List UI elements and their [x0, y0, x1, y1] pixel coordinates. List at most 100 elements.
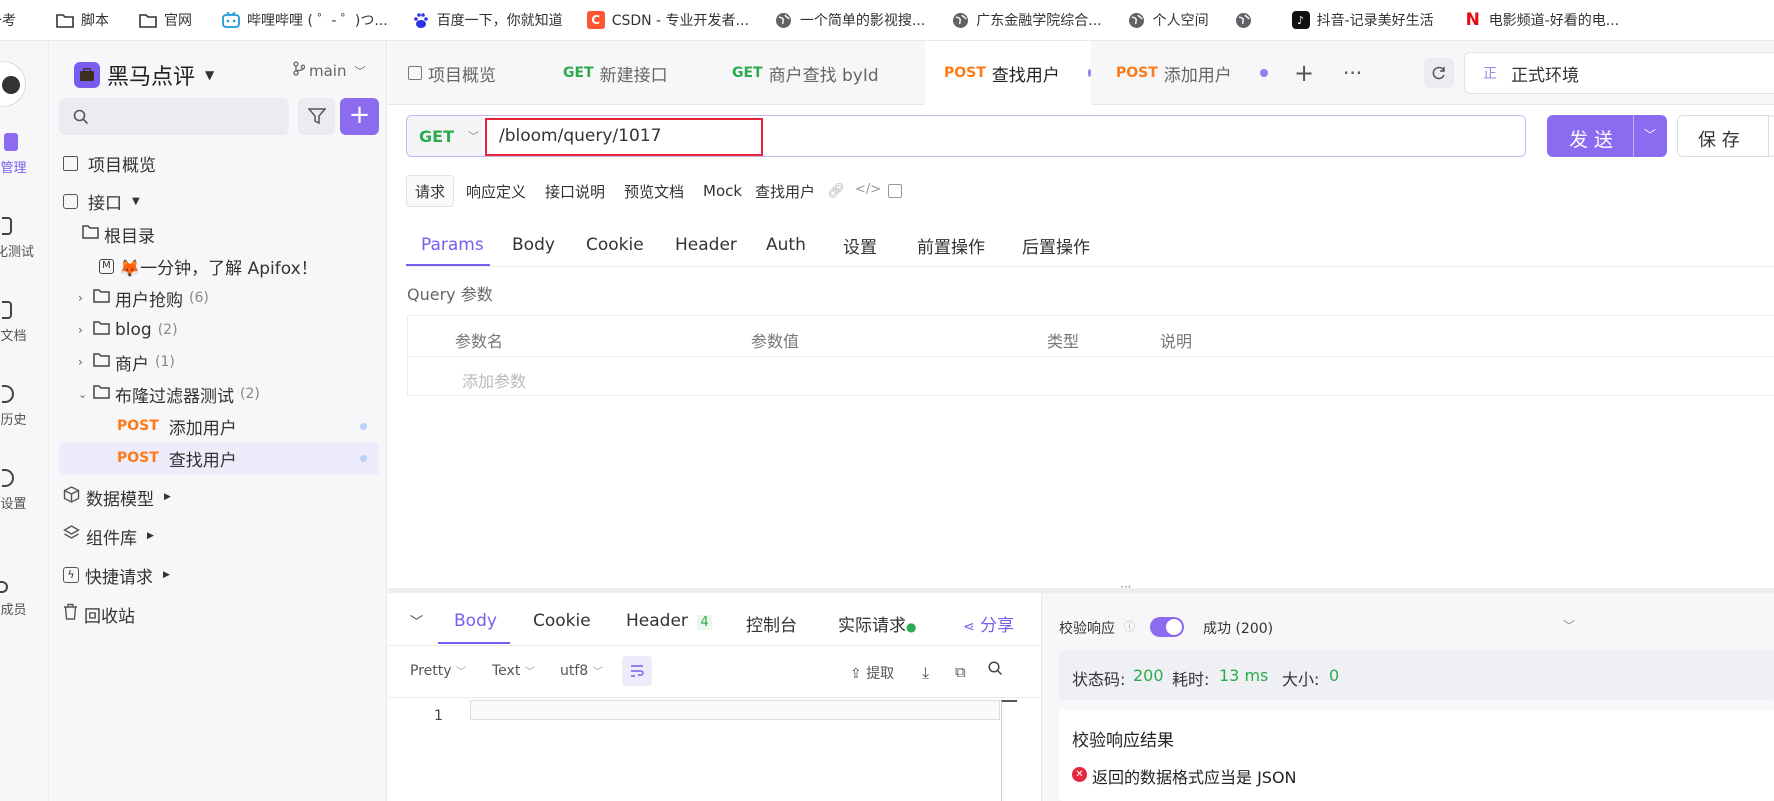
subtab-description[interactable]: 接口说明 [537, 175, 613, 207]
bookmark-item[interactable]: 个人空间 [1120, 0, 1217, 41]
share-button[interactable]: ⋖ 分享 [963, 611, 1014, 636]
bookmark-item[interactable]: 官网 [131, 0, 200, 41]
bookmarks-bar: 备考 脚本 官网 哔哩哔哩 ( ゜- ゜)つ... 百度一下，你就知道 [0, 0, 1774, 41]
more-tabs-button[interactable]: ··· [1343, 41, 1362, 105]
tab-body[interactable]: Body [512, 224, 555, 266]
tree-folder-root[interactable]: 根目录 [82, 217, 155, 251]
tab-auth[interactable]: Auth [766, 224, 806, 266]
resp-tab-actual-request[interactable]: 实际请求● [838, 611, 916, 636]
subtab-request[interactable]: 请求 [406, 175, 455, 207]
send-button[interactable]: 发 送 ﹀ [1547, 115, 1667, 157]
bookmark-item[interactable]: 备考 [0, 0, 24, 41]
caret-down-icon: ▼ [205, 68, 215, 82]
tree-endpoint-active[interactable]: POST 查找用户 [117, 441, 379, 475]
rail-item-test[interactable]: 化测试 [0, 217, 49, 260]
bookmark-item[interactable]: ♪ 抖音-记录美好生活 [1284, 0, 1442, 41]
chevron-down-icon: ﹀ [1644, 128, 1657, 142]
tree-folder[interactable]: › 商户 (1) [78, 345, 175, 379]
bookmark-item[interactable]: 一个简单的影视搜... [767, 0, 933, 41]
tree-folder[interactable]: › 用户抢购 (6) [78, 281, 209, 315]
rail-item-settings[interactable]: 设置 [0, 469, 49, 512]
bookmark-item[interactable]: 哔哩哔哩 ( ゜- ゜)つ... [214, 0, 396, 41]
rail-item-manage[interactable]: 管理 [0, 133, 49, 176]
code-icon[interactable]: </> [855, 182, 881, 197]
rail-item-history[interactable]: 历史 [0, 385, 49, 428]
tab-params[interactable]: Params [421, 224, 484, 266]
collapse-chevron-icon[interactable]: ﹀ [410, 611, 423, 630]
bookmark-label: 哔哩哔哩 ( ゜- ゜)つ... [247, 13, 388, 29]
bookmark-item[interactable]: 广东金融学院综合... [943, 0, 1109, 41]
validation-result: 校验响应结果 ✕ 返回的数据格式应当是 JSON [1059, 710, 1774, 801]
panel-toggle-icon[interactable] [888, 184, 902, 198]
download-icon[interactable]: ⤓ [922, 663, 929, 683]
search-input[interactable] [59, 98, 289, 135]
tab-header[interactable]: Header [675, 224, 737, 266]
method-select[interactable]: GET ﹀ [407, 116, 483, 156]
new-tab-button[interactable]: + [1294, 41, 1314, 105]
subtab-response-def[interactable]: 响应定义 [458, 175, 534, 207]
add-button[interactable]: + [340, 98, 379, 135]
tree-item-intro[interactable]: M 🦊一分钟，了解 Apifox！ [99, 249, 318, 283]
help-icon[interactable]: ⓘ [1124, 618, 1135, 634]
tab-cookie[interactable]: Cookie [586, 224, 644, 266]
branch-selector[interactable]: main ﹀ [293, 61, 365, 80]
subtab-mock[interactable]: Mock [695, 175, 750, 207]
tab-add-user[interactable]: POST 添加用户 [1116, 41, 1268, 105]
folder-icon [93, 320, 110, 340]
validate-toggle[interactable] [1150, 617, 1184, 637]
code-line[interactable] [470, 700, 1000, 720]
pretty-select[interactable]: Pretty ﹀ [410, 663, 466, 679]
bookmark-item[interactable]: N 电影频道-好看的电... [1456, 0, 1627, 41]
resp-tab-cookie[interactable]: Cookie [533, 611, 591, 631]
tab-settings[interactable]: 设置 [843, 224, 877, 266]
save-button[interactable]: 保 存 [1677, 115, 1774, 157]
tab-pre-processors[interactable]: 前置操作 [917, 224, 985, 266]
sidebar-item-components[interactable]: 组件库 ▶ [63, 519, 154, 553]
wrap-toggle[interactable] [622, 656, 652, 686]
sidebar-item-api[interactable]: 接口 ▼ [63, 184, 140, 218]
refresh-button[interactable] [1424, 58, 1454, 88]
tree-folder[interactable]: ⌄ 布隆过滤器测试 (2) [78, 377, 260, 411]
text-select[interactable]: Text ﹀ [492, 663, 535, 679]
copy-icon[interactable]: ⧉ [955, 663, 966, 681]
resp-tab-console[interactable]: 控制台 [746, 611, 797, 636]
encoding-select[interactable]: utf8 ﹀ [560, 663, 603, 679]
link-icon[interactable]: 🔗︎ [827, 183, 845, 199]
bookmark-item[interactable] [1227, 0, 1268, 41]
resp-tab-header[interactable]: Header 4 [626, 611, 712, 631]
layers-icon [63, 525, 80, 547]
chevron-right-icon: › [78, 323, 83, 337]
tab-overview[interactable]: 项目概览 [408, 41, 496, 105]
tab-find-user[interactable]: POST 查找用户 [925, 41, 1091, 105]
add-param-input[interactable]: 添加参数 [462, 368, 526, 392]
scrollbar[interactable] [1001, 700, 1017, 801]
resp-tab-body[interactable]: Body [454, 611, 497, 631]
rail-item-docs[interactable]: 文档 [0, 301, 49, 344]
bookmark-item[interactable]: 脚本 [48, 0, 117, 41]
tab-post-processors[interactable]: 后置操作 [1022, 224, 1090, 266]
sidebar-item-schemas[interactable]: 数据模型 ▶ [63, 480, 171, 514]
chevron-down-icon[interactable]: ﹀ [1563, 617, 1575, 634]
success-select[interactable]: 成功 (200) [1203, 618, 1273, 638]
column-header: 参数名 [455, 332, 504, 351]
sidebar-item-quick-request[interactable]: ϟ 快捷请求 ▶ [63, 558, 170, 592]
tree-endpoint[interactable]: POST 添加用户 [117, 409, 379, 443]
sidebar-item-trash[interactable]: 回收站 [63, 597, 135, 631]
search-icon[interactable] [988, 661, 1003, 680]
environment-selector[interactable]: 正 正式环境 [1464, 52, 1774, 94]
tree-folder[interactable]: › blog (2) [78, 313, 178, 347]
tab-new-endpoint[interactable]: GET 新建接口 [563, 41, 668, 105]
bookmark-label: 官网 [164, 13, 192, 29]
avatar[interactable] [0, 61, 26, 107]
project-selector[interactable]: 黑马点评 ▼ [74, 59, 214, 91]
bookmark-item[interactable]: 百度一下，你就知道 [404, 0, 571, 41]
sidebar-item-overview[interactable]: 项目概览 [63, 146, 156, 180]
unsaved-dot [1259, 69, 1268, 77]
filter-button[interactable] [298, 98, 335, 135]
rail-item-members[interactable]: 成员 [0, 581, 49, 618]
tab-shop-by-id[interactable]: GET 商户查找 byId [732, 41, 879, 105]
bookmark-item[interactable]: C CSDN - 专业开发者... [579, 0, 757, 41]
subtab-preview[interactable]: 预览文档 [616, 175, 692, 207]
briefcase-icon [74, 62, 100, 88]
extract-button[interactable]: ⇪ 提取 [850, 663, 894, 683]
